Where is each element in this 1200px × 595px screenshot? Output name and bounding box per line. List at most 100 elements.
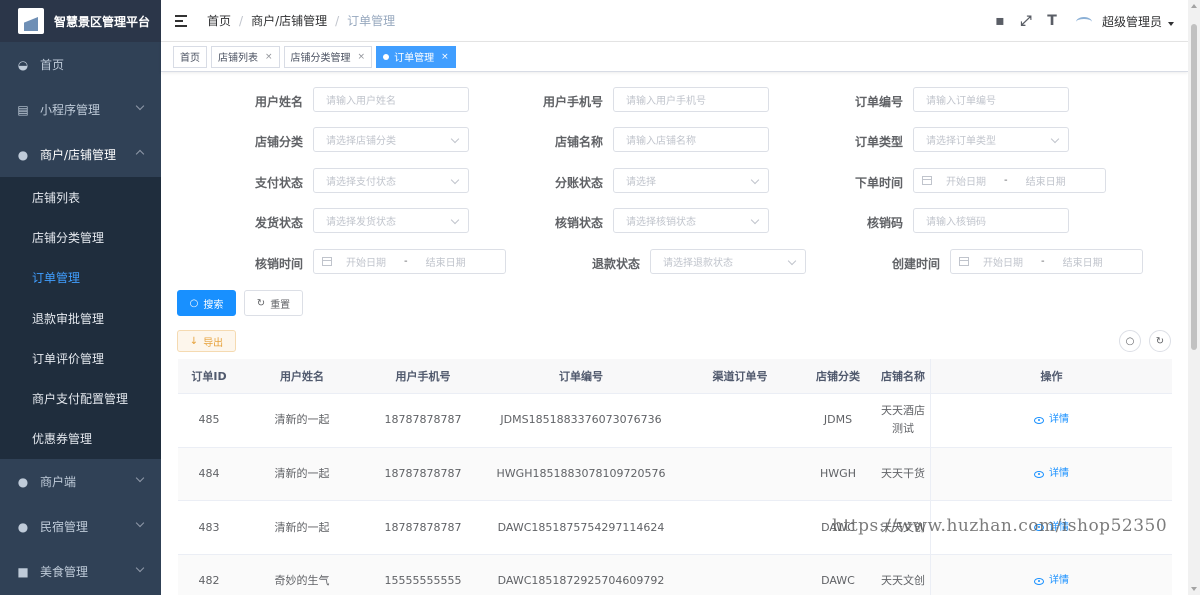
cell-name: 奇妙的生气	[274, 574, 330, 588]
label-user-phone: 用户手机号	[542, 95, 603, 109]
sidebar-item-home[interactable]: ◒ 首页	[0, 42, 161, 87]
logo-icon	[18, 8, 44, 34]
sidebar-item-merchant-end[interactable]: ● 商户端	[0, 459, 161, 504]
chevron-down-icon	[450, 215, 460, 225]
cell-id: 484	[198, 467, 220, 481]
chevron-down-icon	[450, 175, 460, 185]
column-header: 渠道订单号	[712, 370, 768, 383]
refresh-button[interactable]: ↻	[1149, 330, 1171, 352]
chevron-down-icon	[787, 256, 797, 266]
sidebar-item-merchant[interactable]: ● 商户/店铺管理	[0, 132, 161, 177]
pay-status-select[interactable]: 请选择支付状态	[313, 168, 469, 193]
table-row: 485 清新的一起 18787878787 JDMS18518833760730…	[178, 394, 1172, 448]
reset-button[interactable]: ↻ 重置	[244, 290, 303, 316]
order-type-select[interactable]: 请选择订单类型	[913, 127, 1069, 152]
sidebar-item-food[interactable]: ■ 美食管理	[0, 549, 161, 594]
table-row: 482 奇妙的生气 15555555555 DAWC18518729257046…	[178, 555, 1172, 595]
user-icon: ●	[17, 147, 29, 162]
cell-category: DAWC	[821, 574, 855, 588]
scroll-up-icon[interactable]	[1191, 4, 1197, 8]
sidebar-item-homestay[interactable]: ● 民宿管理	[0, 504, 161, 549]
navbar: 首页 / 商户/店铺管理 / 订单管理 ▪ ⤢ T 超级管理员	[161, 0, 1188, 42]
sidebar-subitem-payconfig[interactable]: 商户支付配置管理	[0, 378, 161, 418]
sidebar-logo[interactable]: 智慧景区管理平台	[0, 0, 161, 42]
toggle-search-button[interactable]: ○	[1119, 330, 1141, 352]
sidebar-item-label: 商户端	[40, 475, 77, 490]
cell-category: JDMS	[823, 413, 853, 427]
caret-down-icon[interactable]	[1168, 22, 1174, 26]
detail-link[interactable]: 详情	[1034, 411, 1069, 429]
breadcrumb-home[interactable]: 首页	[207, 12, 231, 29]
dashboard-icon: ◒	[17, 57, 29, 72]
sidebar-submenu: 店铺列表 店铺分类管理 订单管理 退款审批管理 订单评价管理 商户支付配置管理 …	[0, 177, 161, 460]
create-time-range[interactable]: 开始日期 - 结束日期	[950, 249, 1143, 274]
sidebar-subitem-refund[interactable]: 退款审批管理	[0, 298, 161, 338]
form-icon: ■	[17, 564, 29, 579]
cell-name: 清新的一起	[274, 467, 330, 481]
sidebar-item-label: 小程序管理	[40, 103, 101, 117]
cell-phone: 18787878787	[384, 467, 462, 481]
sidebar-subitem-coupon[interactable]: 优惠券管理	[0, 419, 161, 459]
tag-order[interactable]: 订单管理 ×	[376, 45, 456, 68]
order-no-input[interactable]: 请输入订单编号	[913, 87, 1069, 112]
verify-code-input[interactable]: 请输入核销码	[913, 208, 1069, 233]
verify-time-range[interactable]: 开始日期 - 结束日期	[313, 249, 506, 274]
sidebar-subitem-shop-list[interactable]: 店铺列表	[0, 177, 161, 217]
cell-shop: 天天文创	[881, 574, 925, 588]
search-button[interactable]: ○ 搜索	[177, 290, 236, 316]
breadcrumb-merchant[interactable]: 商户/店铺管理	[251, 12, 327, 29]
username[interactable]: 超级管理员	[1102, 13, 1162, 30]
table-row: 484 清新的一起 18787878787 HWGH18518830781097…	[178, 447, 1172, 502]
eye-icon	[1034, 416, 1044, 424]
sidebar-subitem-order[interactable]: 订单管理	[0, 258, 161, 298]
sidebar-item-miniprogram[interactable]: ▤ 小程序管理	[0, 87, 161, 132]
cell-id: 485	[198, 413, 220, 427]
sidebar-subitem-review[interactable]: 订单评价管理	[0, 338, 161, 378]
table-icon: ▤	[17, 102, 29, 117]
verify-status-select[interactable]: 请选择核销状态	[613, 208, 769, 233]
eye-icon	[1034, 577, 1044, 585]
page-scrollbar[interactable]	[1188, 0, 1200, 595]
tag-shop-list[interactable]: 店铺列表 ×	[211, 45, 280, 68]
download-icon: ↓	[189, 335, 199, 347]
ship-status-select[interactable]: 请选择发货状态	[313, 208, 469, 233]
fullscreen-icon[interactable]: ⤢	[1018, 13, 1034, 29]
close-icon[interactable]: ×	[441, 52, 449, 62]
user-name-input[interactable]: 请输入用户姓名	[313, 87, 469, 112]
column-header: 用户姓名	[280, 370, 324, 383]
close-icon[interactable]: ×	[265, 52, 273, 62]
cell-order-no: JDMS1851883376073076736	[500, 413, 662, 427]
split-status-select[interactable]: 请选择	[613, 168, 769, 193]
order-time-range[interactable]: 开始日期 - 结束日期	[913, 168, 1106, 193]
shop-name-input[interactable]: 请输入店铺名称	[613, 127, 769, 152]
table-header: 订单ID 用户姓名 用户手机号 订单编号 渠道订单号 店铺分类 店铺名称 操作	[178, 358, 1172, 394]
scrollbar-thumb[interactable]	[1191, 24, 1197, 350]
tag-shop-category[interactable]: 店铺分类管理 ×	[283, 45, 373, 68]
column-header: 店铺名称	[881, 370, 925, 383]
detail-link[interactable]: 详情	[1034, 465, 1069, 483]
export-button[interactable]: ↓ 导出	[177, 330, 236, 352]
font-size-icon[interactable]: T	[1044, 13, 1060, 29]
label-order-no: 订单编号	[854, 95, 903, 109]
hamburger-icon[interactable]	[175, 14, 189, 27]
detail-link[interactable]: 详情	[1034, 572, 1069, 590]
column-header: 操作	[930, 358, 1172, 394]
sidebar-subitem-shop-category[interactable]: 店铺分类管理	[0, 217, 161, 257]
cell-id: 482	[198, 574, 220, 588]
sidebar: 智慧景区管理平台 ◒ 首页 ▤ 小程序管理 ● 商户/店铺管理 店铺列表 店铺分…	[0, 0, 161, 595]
user-phone-input[interactable]: 请输入用户手机号	[613, 87, 769, 112]
message-icon[interactable]: ▪	[992, 13, 1008, 29]
close-icon[interactable]: ×	[358, 52, 366, 62]
tag-home[interactable]: 首页	[173, 45, 207, 68]
refresh-icon: ↻	[1155, 335, 1165, 347]
search-icon: ○	[1125, 335, 1135, 347]
shop-category-select[interactable]: 请选择店铺分类	[313, 127, 469, 152]
scroll-down-icon[interactable]	[1191, 587, 1197, 591]
refund-status-select[interactable]: 请选择退款状态	[650, 249, 806, 274]
breadcrumb-separator: /	[335, 13, 340, 28]
cell-name: 清新的一起	[274, 520, 330, 534]
tags-view: 首页 店铺列表 × 店铺分类管理 × 订单管理 ×	[161, 42, 1188, 72]
avatar[interactable]	[1074, 11, 1094, 31]
label-verify-time: 核销时间	[254, 257, 303, 271]
cell-order-no: HWGH1851883078109720576	[496, 467, 666, 481]
